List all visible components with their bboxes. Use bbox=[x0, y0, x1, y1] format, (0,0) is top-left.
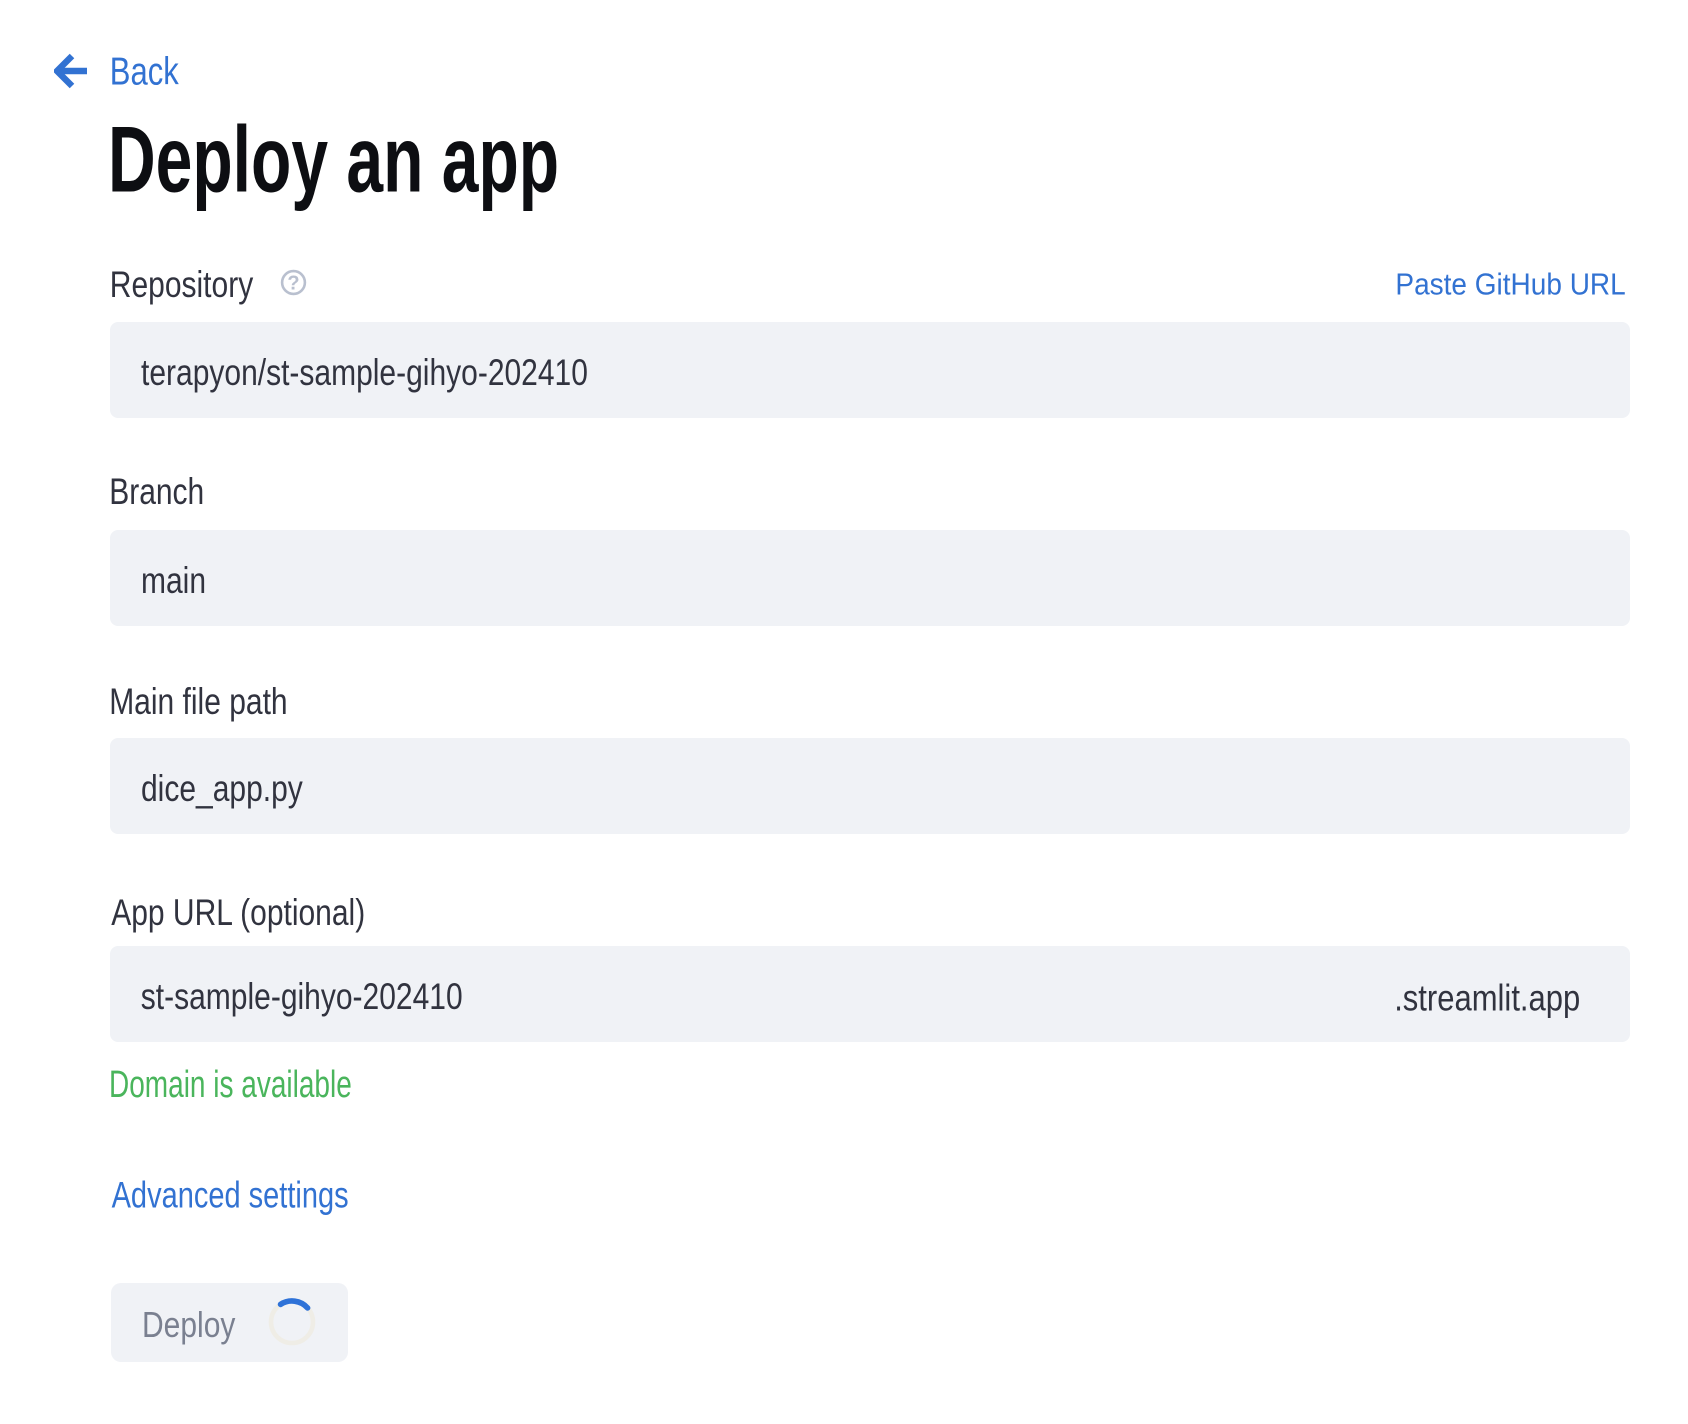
svg-text:?: ? bbox=[287, 272, 299, 294]
